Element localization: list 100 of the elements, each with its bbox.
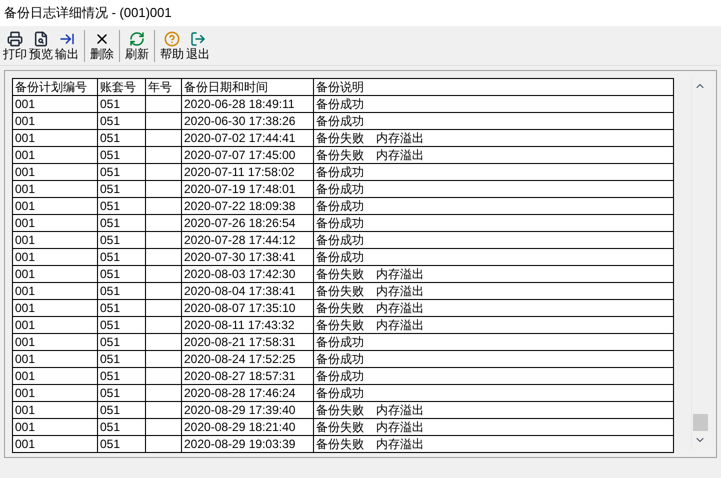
scroll-thumb[interactable] [692, 414, 708, 431]
table-cell [146, 436, 182, 452]
table-cell: 051 [98, 266, 146, 282]
table-cell: 2020-08-11 17:43:32 [182, 316, 314, 334]
table-cell: 2020-08-24 17:52:25 [182, 350, 314, 368]
table-cell: 051 [98, 180, 146, 198]
table-cell: 051 [98, 402, 146, 418]
table-cell: 2020-08-21 17:58:31 [182, 334, 314, 350]
table-cell: 051 [98, 96, 146, 112]
table-cell: 2020-07-19 17:48:01 [182, 180, 314, 198]
table-cell: 2020-08-29 18:21:40 [182, 418, 314, 436]
table-cell: 备份成功 [314, 96, 674, 112]
table-cell: 2020-06-28 18:49:11 [182, 96, 314, 112]
document-magnifier-icon [33, 30, 49, 46]
table-cell: 001 [12, 248, 98, 266]
table-cell: 2020-07-26 18:26:54 [182, 214, 314, 232]
table-cell [146, 334, 182, 350]
table-cell: 001 [12, 232, 98, 248]
table-cell: 001 [12, 334, 98, 350]
table-cell: 051 [98, 282, 146, 300]
table-cell: 001 [12, 266, 98, 282]
toolbar-button[interactable]: 删除 [89, 30, 115, 60]
toolbar-button[interactable]: 退出 [185, 30, 211, 60]
table-cell [146, 368, 182, 384]
table-cell: 001 [12, 130, 98, 146]
table-cell: 051 [98, 112, 146, 130]
table-cell [146, 112, 182, 130]
window-title: 备份日志详细情况 - (001)001 [4, 4, 172, 22]
column-header: 备份说明 [314, 78, 674, 96]
table-cell: 备份成功 [314, 350, 674, 368]
toolbar-button[interactable]: 打印 [2, 30, 28, 60]
table-cell: 2020-08-27 18:57:31 [182, 368, 314, 384]
table-cell [146, 418, 182, 436]
table-cell: 051 [98, 384, 146, 402]
table-cell: 备份失败 内存溢出 [314, 316, 674, 334]
table-cell: 2020-06-30 17:38:26 [182, 112, 314, 130]
column-header: 账套号 [98, 78, 146, 96]
table-cell: 备份成功 [314, 164, 674, 180]
table-cell: 001 [12, 96, 98, 112]
table-cell: 001 [12, 436, 98, 452]
toolbar-button[interactable]: 输出 [54, 30, 80, 60]
table-cell [146, 232, 182, 248]
printer-icon [7, 30, 23, 46]
door-exit-icon [190, 30, 206, 46]
table-cell: 备份失败 内存溢出 [314, 282, 674, 300]
toolbar-button[interactable]: 帮助 [159, 30, 185, 60]
table-cell: 001 [12, 198, 98, 214]
table-cell: 备份成功 [314, 384, 674, 402]
toolbar-button[interactable]: 预览 [28, 30, 54, 60]
toolbar-button[interactable]: 刷新 [124, 30, 150, 60]
table-cell: 备份失败 内存溢出 [314, 146, 674, 164]
table-cell: 051 [98, 214, 146, 232]
help-icon [164, 30, 180, 46]
table-cell: 001 [12, 402, 98, 418]
table-cell: 2020-07-22 18:09:38 [182, 198, 314, 214]
table-cell: 001 [12, 384, 98, 402]
table-cell: 001 [12, 146, 98, 164]
table-cell: 2020-08-07 17:35:10 [182, 300, 314, 316]
table-cell: 051 [98, 300, 146, 316]
table-cell: 001 [12, 112, 98, 130]
refresh-icon [129, 30, 145, 46]
table-cell: 备份失败 内存溢出 [314, 300, 674, 316]
table-cell [146, 282, 182, 300]
table-cell [146, 266, 182, 282]
table-cell: 2020-08-29 19:03:39 [182, 436, 314, 452]
table-cell [146, 384, 182, 402]
column-header: 备份计划编号 [12, 78, 98, 96]
table-cell: 备份成功 [314, 180, 674, 198]
table-cell: 001 [12, 316, 98, 334]
table-cell: 备份失败 内存溢出 [314, 418, 674, 436]
table-cell [146, 248, 182, 266]
table-cell [146, 300, 182, 316]
table-cell [146, 146, 182, 164]
table-cell: 备份失败 内存溢出 [314, 436, 674, 452]
table-cell: 051 [98, 130, 146, 146]
table-cell: 051 [98, 232, 146, 248]
table-cell: 051 [98, 436, 146, 452]
table-cell: 备份成功 [314, 248, 674, 266]
table-cell: 2020-07-30 17:38:41 [182, 248, 314, 266]
table-cell: 051 [98, 248, 146, 266]
table-cell: 051 [98, 418, 146, 436]
table-cell: 001 [12, 418, 98, 436]
table-cell: 2020-07-02 17:44:41 [182, 130, 314, 146]
table-cell: 备份失败 内存溢出 [314, 130, 674, 146]
table-cell: 051 [98, 146, 146, 164]
table-cell: 备份成功 [314, 232, 674, 248]
table-cell: 001 [12, 282, 98, 300]
table-cell: 2020-07-07 17:45:00 [182, 146, 314, 164]
table-cell: 备份成功 [314, 198, 674, 214]
table-cell [146, 198, 182, 214]
table-cell: 备份失败 内存溢出 [314, 266, 674, 282]
table-cell [146, 214, 182, 232]
table-cell [146, 180, 182, 198]
table-cell [146, 402, 182, 418]
column-header: 年号 [146, 78, 182, 96]
column-header: 备份日期和时间 [182, 78, 314, 96]
table-cell: 备份成功 [314, 334, 674, 350]
table-cell: 051 [98, 198, 146, 214]
table-cell: 备份成功 [314, 214, 674, 232]
table-cell: 051 [98, 368, 146, 384]
